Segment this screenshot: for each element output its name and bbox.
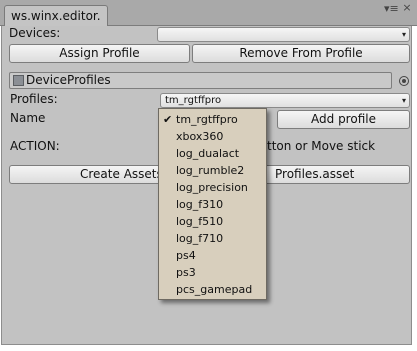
dropdown-item-log-rumble2[interactable]: log_rumble2 [159, 162, 266, 179]
dropdown-item-label: log_f710 [176, 232, 224, 245]
add-profile-button[interactable]: Add profile [277, 110, 410, 129]
dropdown-item-label: xbox360 [176, 130, 224, 143]
dropdown-item-log-precision[interactable]: log_precision [159, 179, 266, 196]
dropdown-item-label: log_f510 [176, 215, 224, 228]
dropdown-item-log-f510[interactable]: log_f510 [159, 213, 266, 230]
object-picker-icon[interactable] [399, 76, 409, 86]
tab-strip: ws.winx.editor. ▾≡ × [0, 0, 417, 27]
dropdown-item-label: pcs_gamepad [176, 283, 253, 296]
dropdown-item-log-f710[interactable]: log_f710 [159, 230, 266, 247]
devices-popup[interactable]: ▾ [157, 27, 410, 42]
checkmark-icon: ✔ [163, 113, 173, 126]
dropdown-item-label: ps4 [176, 249, 196, 262]
assign-profile-button[interactable]: Assign Profile [9, 44, 190, 63]
close-icon[interactable]: × [400, 1, 414, 15]
chevron-down-icon: ▾ [401, 96, 406, 105]
name-label: Name [10, 111, 46, 125]
profiles-selected-value: tm_rgtffpro [165, 95, 222, 106]
profiles-popup[interactable]: tm_rgtffpro ▾ [160, 93, 410, 108]
dropdown-item-label: log_precision [176, 181, 248, 194]
context-menu-icon[interactable]: ▾≡ [384, 2, 399, 16]
window-tab[interactable]: ws.winx.editor. [4, 5, 108, 27]
dropdown-item-ps4[interactable]: ps4 [159, 247, 266, 264]
dropdown-item-label: tm_rgtffpro [176, 113, 238, 126]
dropdown-item-log-dualact[interactable]: log_dualact [159, 145, 266, 162]
dropdown-item-label: log_dualact [176, 147, 240, 160]
devices-label: Devices: [9, 26, 61, 40]
chevron-down-icon: ▾ [401, 30, 406, 39]
profiles-label: Profiles: [10, 92, 58, 106]
action-hint-text: tton or Move stick [267, 139, 376, 153]
scriptable-object-icon [13, 75, 24, 86]
dropdown-item-label: log_f310 [176, 198, 224, 211]
create-assets-label-left: Create Assets [80, 167, 163, 181]
dropdown-item-log-f310[interactable]: log_f310 [159, 196, 266, 213]
dropdown-item-pcs-gamepad[interactable]: pcs_gamepad [159, 281, 266, 298]
dropdown-item-label: ps3 [176, 266, 196, 279]
device-profiles-value: DeviceProfiles [26, 73, 111, 87]
profiles-dropdown-menu: ✔ tm_rgtffpro xbox360 log_dualact log_ru… [158, 108, 267, 300]
remove-from-profile-button[interactable]: Remove From Profile [192, 44, 410, 63]
create-assets-label-right: Profiles.asset [275, 167, 355, 181]
action-label: ACTION: [10, 139, 60, 153]
editor-window: ws.winx.editor. ▾≡ × Devices: ▾ Assign P… [0, 0, 417, 351]
dropdown-item-tm-rgtffpro[interactable]: ✔ tm_rgtffpro [159, 111, 266, 128]
dropdown-item-xbox360[interactable]: xbox360 [159, 128, 266, 145]
device-profiles-object-field[interactable]: DeviceProfiles [9, 72, 392, 89]
dropdown-item-ps3[interactable]: ps3 [159, 264, 266, 281]
dropdown-item-label: log_rumble2 [176, 164, 245, 177]
